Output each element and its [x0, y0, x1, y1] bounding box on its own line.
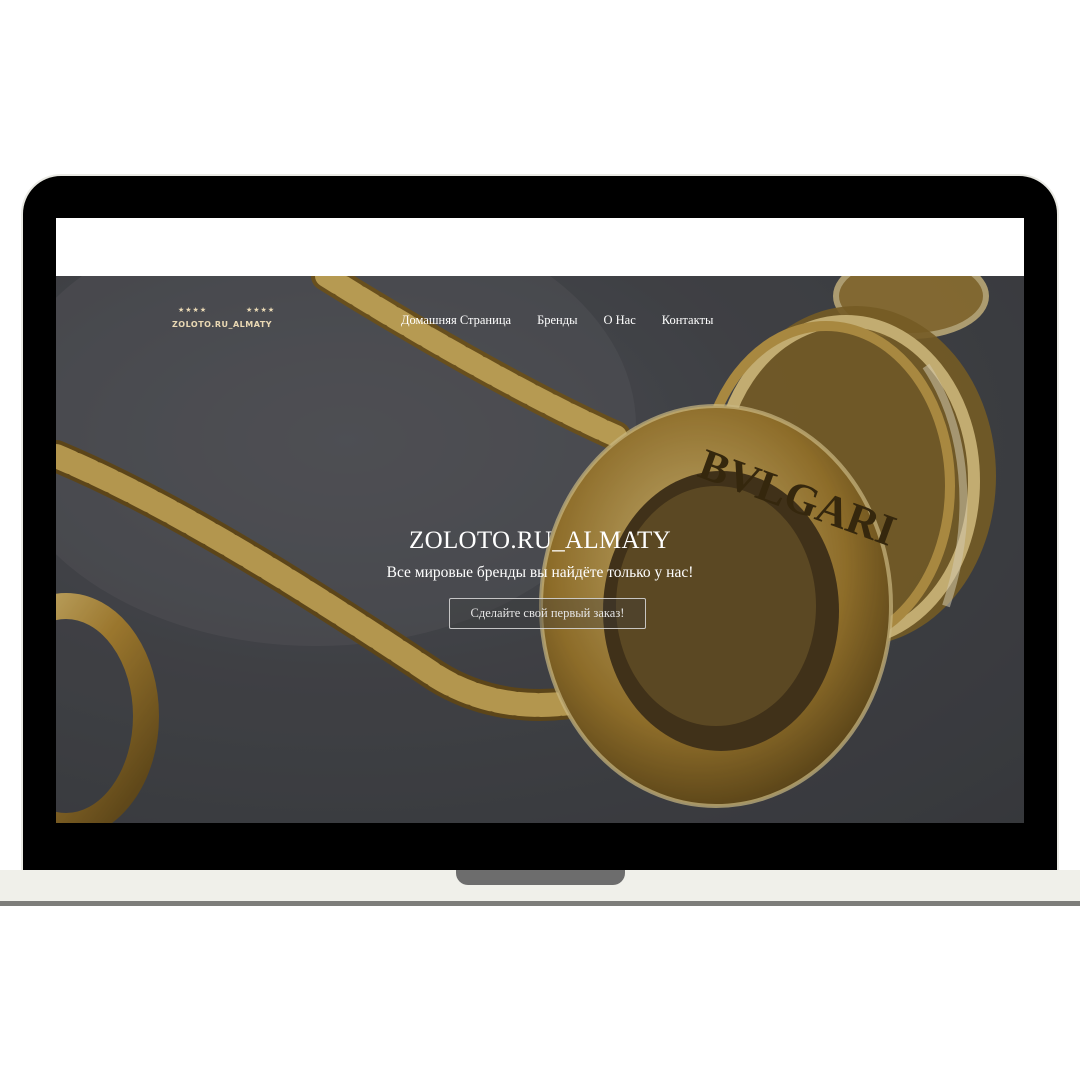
site-logo[interactable]: ★★★★ ★★★★ ZOLOTO.RU_ALMATY: [170, 306, 282, 332]
hero-subtitle: Все мировые бренды вы найдёте только у н…: [386, 564, 694, 581]
hero-section: BVLGARI ★★★★ ★★★★ ZOLOTO.RU_ALMATY Домаш…: [56, 276, 1024, 823]
star-icon: ★★★★: [178, 306, 208, 314]
browser-top-bar: [56, 218, 1024, 276]
laptop-base-edge: [0, 901, 1080, 906]
nav-link-contacts[interactable]: Контакты: [662, 313, 714, 328]
nav-link-home[interactable]: Домашняя Страница: [401, 313, 511, 328]
main-nav: Домашняя Страница Бренды О Нас Контакты: [401, 313, 713, 328]
laptop-screen: BVLGARI ★★★★ ★★★★ ZOLOTO.RU_ALMATY Домаш…: [56, 218, 1024, 823]
nav-link-about[interactable]: О Нас: [604, 313, 636, 328]
logo-wordmark: ZOLOTO.RU_ALMATY: [172, 320, 273, 329]
hero-title: ZOLOTO.RU_ALMATY: [409, 527, 671, 554]
laptop-mockup: BVLGARI ★★★★ ★★★★ ZOLOTO.RU_ALMATY Домаш…: [0, 0, 1080, 1080]
star-icon: ★★★★: [246, 306, 276, 314]
nav-link-brands[interactable]: Бренды: [537, 313, 577, 328]
first-order-button[interactable]: Сделайте свой первый заказ!: [449, 598, 646, 629]
laptop-notch: [456, 870, 625, 885]
